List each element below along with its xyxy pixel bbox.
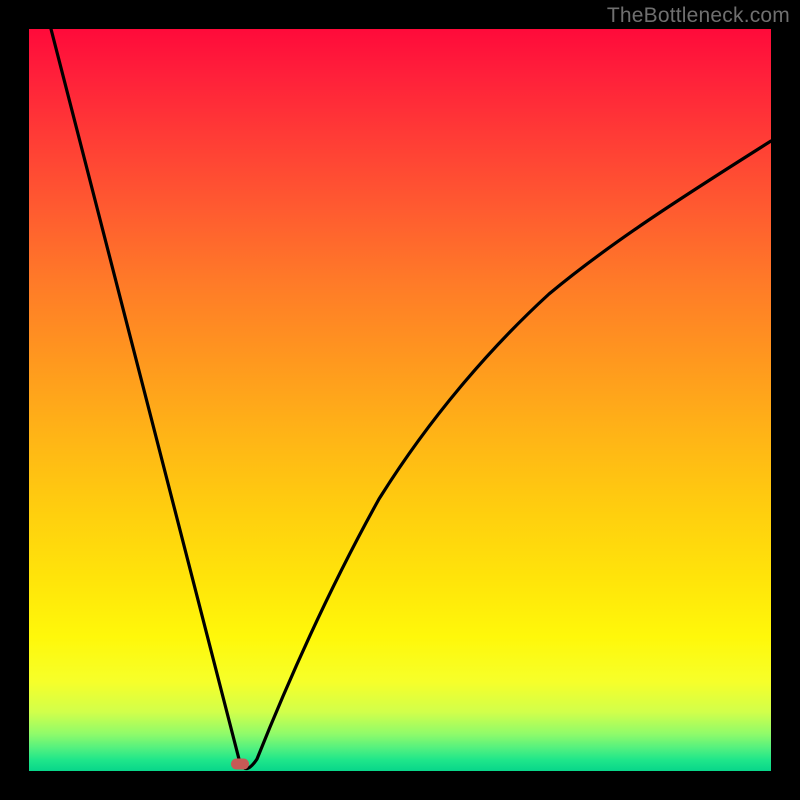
chart-container: TheBottleneck.com	[0, 0, 800, 800]
optimum-marker	[231, 759, 249, 770]
plot-area	[29, 29, 771, 771]
watermark-text: TheBottleneck.com	[607, 4, 790, 28]
